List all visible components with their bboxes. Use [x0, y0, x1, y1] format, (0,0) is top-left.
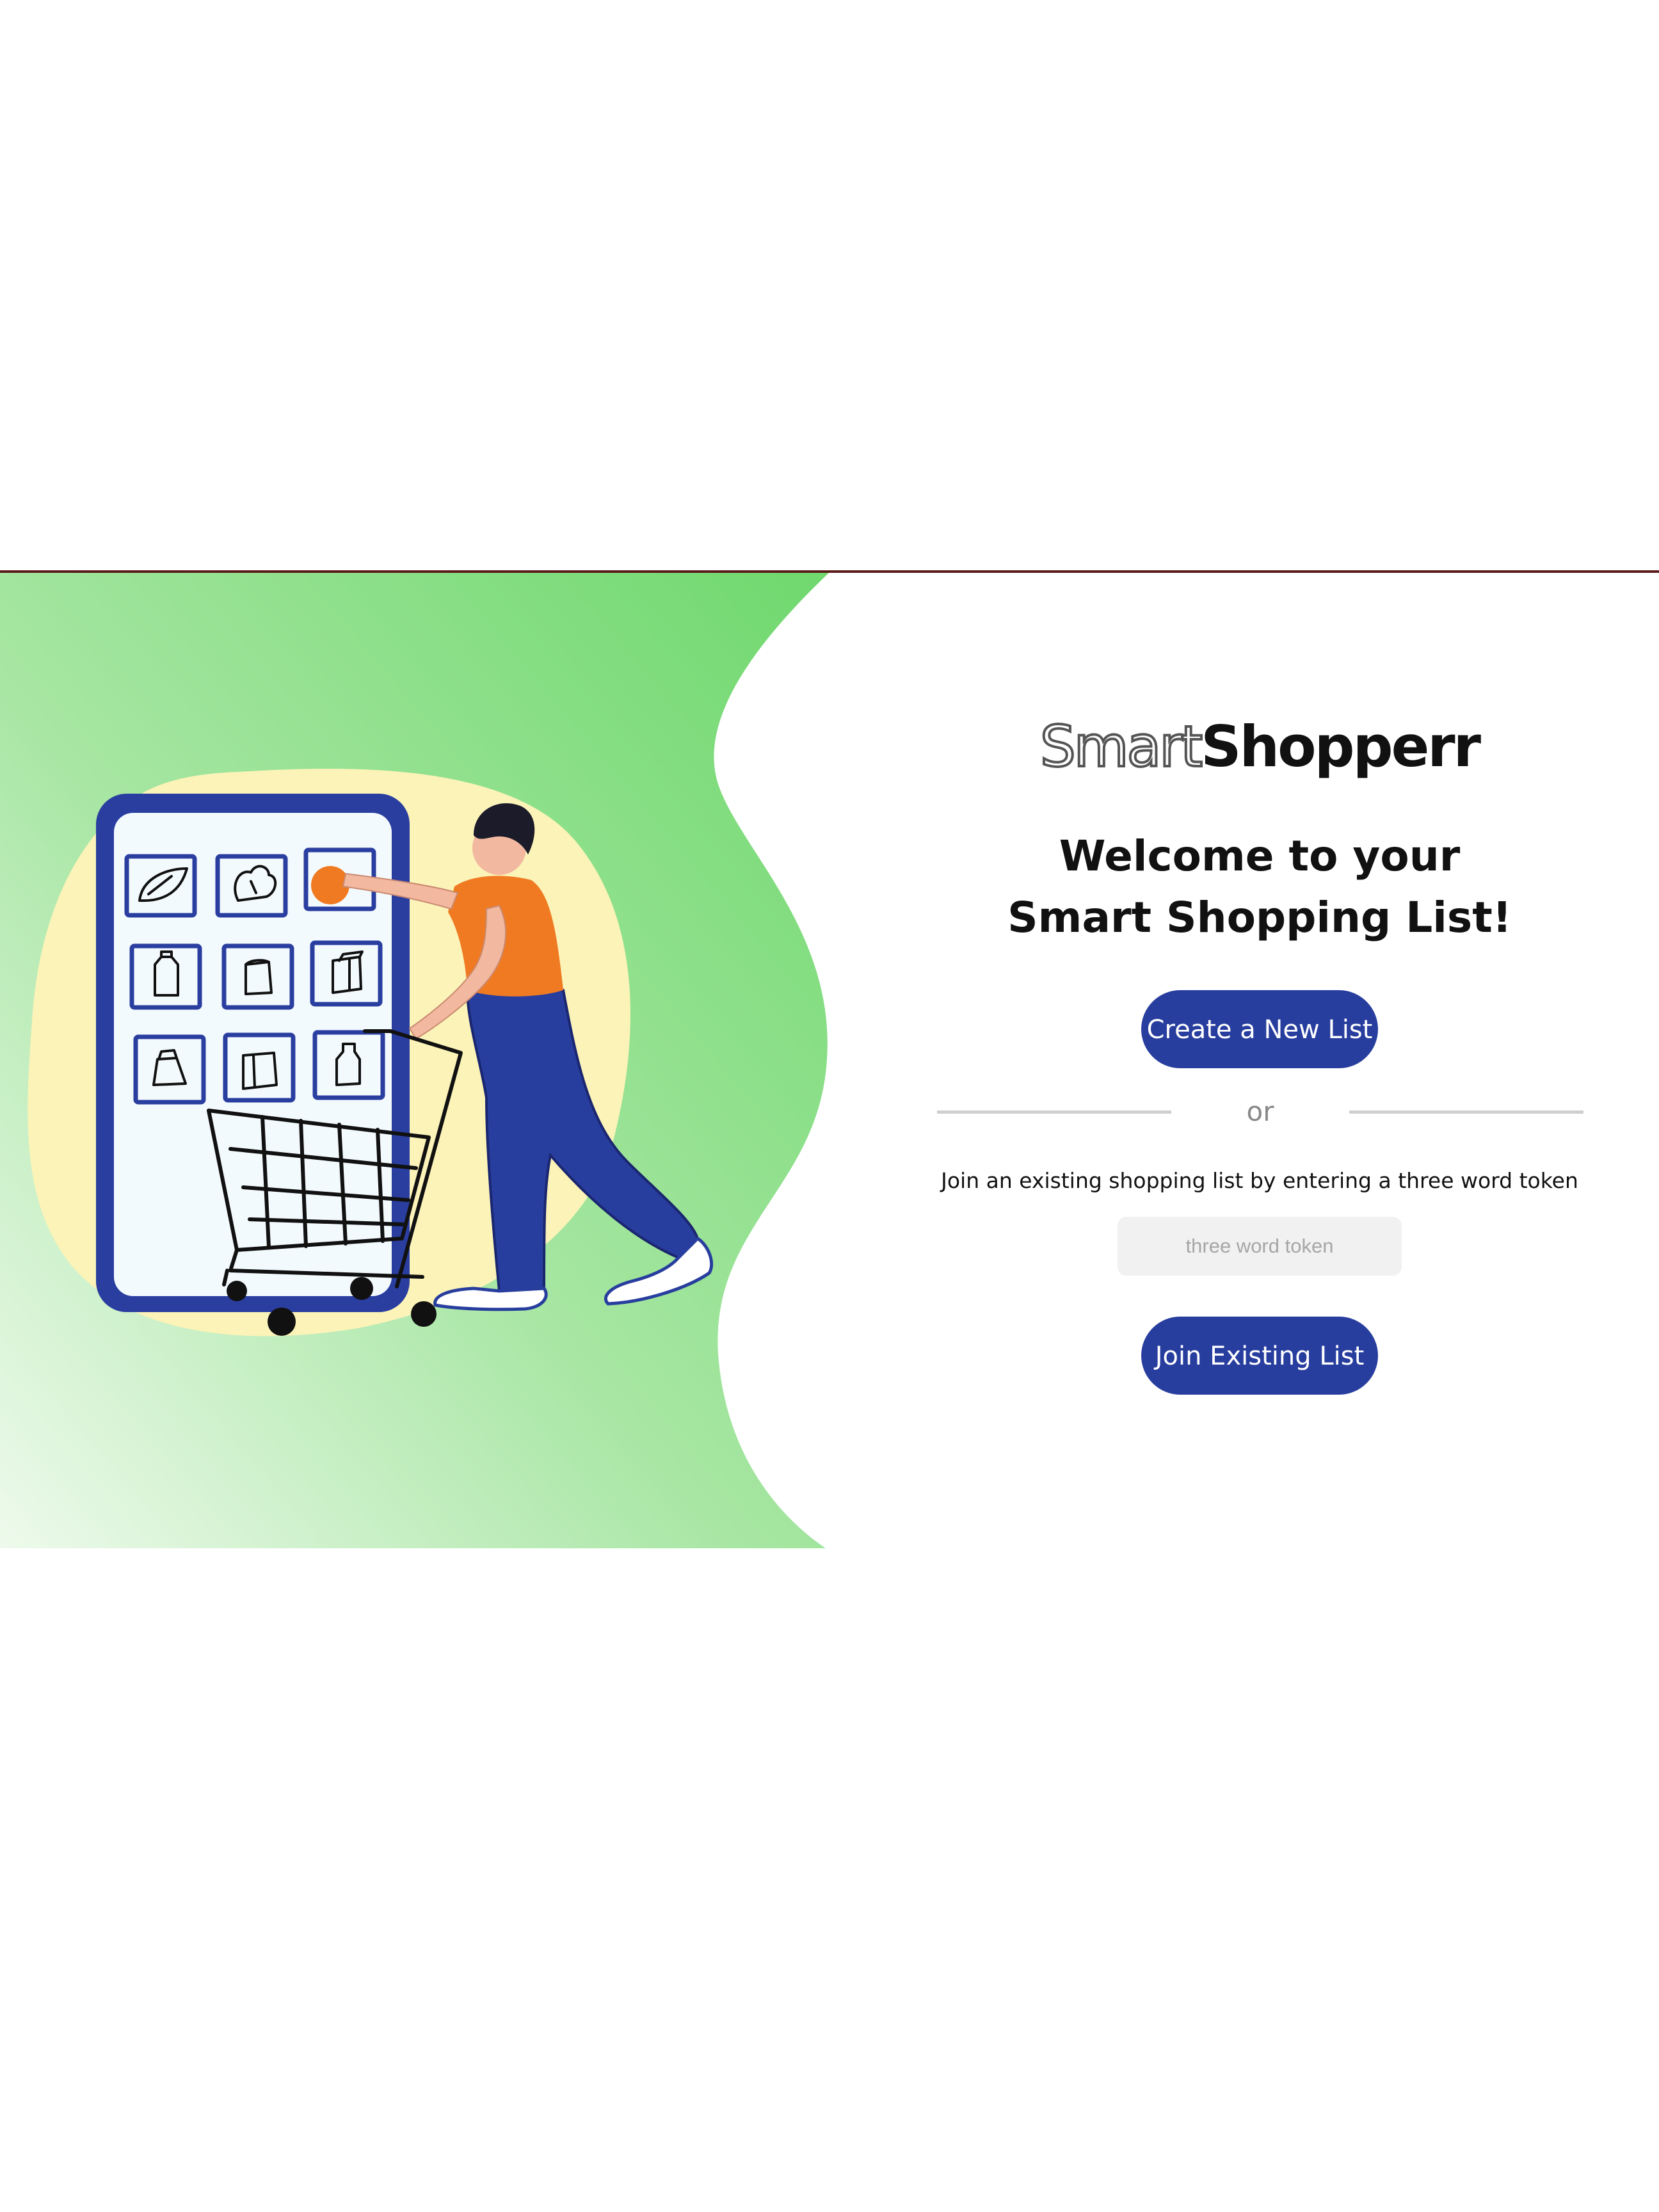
or-divider: or [937, 1098, 1583, 1126]
join-instructions: Join an existing shopping list by enteri… [941, 1168, 1578, 1193]
page: SmartShopperr Welcome to your Smart Shop… [0, 0, 1659, 2212]
smartshopperr-logo: SmartShopperr [888, 712, 1631, 781]
welcome-heading: Welcome to your Smart Shopping List! [888, 826, 1631, 949]
logo-light-part: Smart [1039, 712, 1204, 781]
token-input[interactable] [1118, 1217, 1402, 1276]
welcome-line-2: Smart Shopping List! [1007, 893, 1512, 942]
logo-dark-part: Shopperr [1201, 714, 1481, 780]
hero-section: SmartShopperr Welcome to your Smart Shop… [0, 573, 1659, 1548]
join-existing-list-button[interactable]: Join Existing List [1141, 1317, 1378, 1395]
welcome-panel: SmartShopperr Welcome to your Smart Shop… [888, 573, 1659, 1548]
create-new-list-button[interactable]: Create a New List [1141, 990, 1378, 1068]
divider-line-right [1349, 1110, 1583, 1114]
welcome-line-1: Welcome to your [1059, 831, 1461, 881]
shoe-left [433, 1286, 548, 1311]
